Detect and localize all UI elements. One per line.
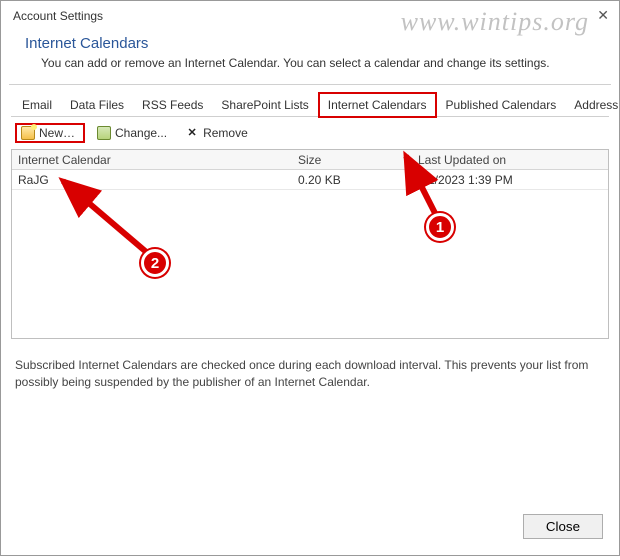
tab-rss-feeds[interactable]: RSS Feeds (133, 93, 212, 117)
cell-updated: 5/1/2023 1:39 PM (418, 173, 602, 187)
remove-button[interactable]: ✕ Remove (179, 124, 254, 142)
tab-published-calendars[interactable]: Published Calendars (437, 93, 566, 117)
toolbar: New… Change... ✕ Remove (11, 117, 609, 149)
new-icon (21, 126, 35, 140)
tab-email[interactable]: Email (13, 93, 61, 117)
col-size[interactable]: Size (298, 153, 418, 167)
table-row[interactable]: RaJG 0.20 KB 5/1/2023 1:39 PM (12, 170, 608, 190)
window-title: Account Settings (1, 1, 619, 27)
col-last-updated[interactable]: Last Updated on (418, 153, 602, 167)
change-button[interactable]: Change... (91, 124, 173, 142)
close-icon[interactable]: ✕ (597, 7, 609, 24)
change-button-label: Change... (115, 126, 167, 140)
change-icon (97, 126, 111, 140)
tab-sharepoint-lists[interactable]: SharePoint Lists (212, 93, 317, 117)
footer-note: Subscribed Internet Calendars are checke… (11, 339, 609, 391)
cell-name: RaJG (18, 173, 298, 187)
close-button[interactable]: Close (523, 514, 603, 539)
remove-icon: ✕ (185, 126, 199, 140)
new-button[interactable]: New… (15, 123, 85, 143)
tab-address-books[interactable]: Address Books (565, 93, 620, 117)
tab-data-files[interactable]: Data Files (61, 93, 133, 117)
col-internet-calendar[interactable]: Internet Calendar (18, 153, 298, 167)
list-header: Internet Calendar Size Last Updated on (12, 150, 608, 170)
new-button-label: New… (39, 126, 75, 140)
divider (9, 84, 611, 85)
tab-bar: Email Data Files RSS Feeds SharePoint Li… (11, 91, 609, 117)
cell-size: 0.20 KB (298, 173, 418, 187)
calendar-list[interactable]: Internet Calendar Size Last Updated on R… (11, 149, 609, 339)
remove-button-label: Remove (203, 126, 248, 140)
tab-internet-calendars[interactable]: Internet Calendars (318, 92, 437, 118)
section-description: You can add or remove an Internet Calend… (1, 54, 619, 84)
section-title: Internet Calendars (1, 27, 619, 54)
